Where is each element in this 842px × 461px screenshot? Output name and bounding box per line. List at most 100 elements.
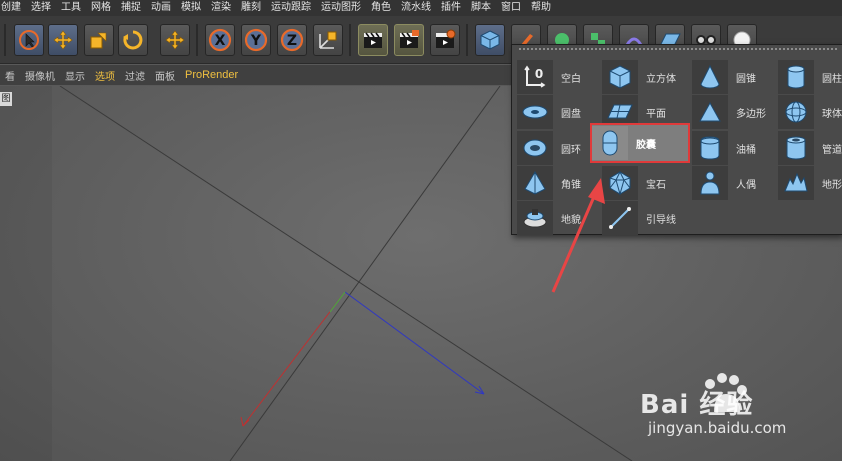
palette-item-cone[interactable]: 圆锥 — [692, 60, 782, 94]
palette-item-polygon[interactable]: 多边形 — [692, 95, 782, 129]
palette-item-label: 空白 — [561, 73, 581, 85]
palette-item-guide[interactable]: 引导线 — [602, 201, 692, 235]
palette-item-gem[interactable]: 宝石 — [602, 166, 692, 200]
oiltank-icon — [692, 131, 728, 165]
menu-mesh[interactable]: 网格 — [86, 0, 116, 16]
menu-script[interactable]: 脚本 — [466, 0, 496, 16]
palette-item-figure[interactable]: 人偶 — [692, 166, 782, 200]
move-icon[interactable] — [160, 24, 190, 56]
capsule-icon — [592, 126, 628, 160]
menu-motion-tracking[interactable]: 运动跟踪 — [266, 0, 316, 16]
viewport-menu-display[interactable]: 显示 — [60, 68, 90, 83]
viewport-menu-view[interactable]: 看 — [0, 68, 20, 83]
palette-item-capsule[interactable]: 胶囊 — [590, 123, 690, 163]
sphere-icon — [778, 95, 814, 129]
cube-icon[interactable] — [475, 24, 505, 56]
toolbar-separator — [4, 24, 6, 56]
x-axis-icon[interactable]: X — [205, 24, 235, 56]
palette-item-tube[interactable]: 管道 — [778, 131, 842, 165]
guide-icon — [602, 201, 638, 235]
cone-icon — [692, 60, 728, 94]
torus-icon — [517, 131, 553, 165]
cursor-icon[interactable] — [14, 24, 44, 56]
viewport-menu-options[interactable]: 选项 — [90, 68, 120, 83]
palette-item-label: 油桶 — [736, 144, 756, 156]
palette-item-label: 圆柱 — [822, 73, 842, 85]
menu-plugins[interactable]: 插件 — [436, 0, 466, 16]
palette-item-label: 圆环 — [561, 144, 581, 156]
menu-create[interactable]: 创建 — [0, 0, 26, 16]
render-settings-icon[interactable] — [430, 24, 460, 56]
figure-icon — [692, 166, 728, 200]
menu-tools[interactable]: 工具 — [56, 0, 86, 16]
primitive-object-palette: 0 空白 圆盘 圆环 角锥 地貌 立方体 平面 胶囊 宝石 引导线 圆锥 多边形… — [511, 44, 842, 235]
svg-text:X: X — [215, 33, 226, 49]
svg-text:0: 0 — [535, 67, 543, 81]
coordinate-icon[interactable] — [313, 24, 343, 56]
palette-drag-handle[interactable] — [518, 47, 838, 52]
palette-item-landscape[interactable]: 地貌 — [517, 201, 607, 235]
render-view-icon[interactable] — [394, 24, 424, 56]
palette-item-label: 球体 — [822, 108, 842, 120]
disc-icon — [517, 95, 553, 129]
menu-character[interactable]: 角色 — [366, 0, 396, 16]
palette-item-label: 圆盘 — [561, 108, 581, 120]
toolbar-separator — [466, 24, 468, 56]
watermark-url: jingyan.baidu.com — [648, 419, 787, 437]
palette-item-label: 平面 — [646, 108, 666, 120]
palette-item-label: 圆锥 — [736, 73, 756, 85]
toolbar-separator — [196, 24, 198, 56]
watermark-brand: Bai 经验 — [640, 390, 754, 420]
palette-item-label: 管道 — [822, 144, 842, 156]
menu-sculpt[interactable]: 雕刻 — [236, 0, 266, 16]
rotate-icon[interactable] — [118, 24, 148, 56]
palette-item-label: 角锥 — [561, 179, 581, 191]
pyramid-icon — [517, 166, 553, 200]
svg-text:Z: Z — [287, 33, 297, 49]
menu-render[interactable]: 渲染 — [206, 0, 236, 16]
palette-item-label: 多边形 — [736, 108, 766, 120]
z-axis-icon[interactable]: Z — [277, 24, 307, 56]
menu-snap[interactable]: 捕捉 — [116, 0, 146, 16]
viewport-menu-prorender[interactable]: ProRender — [180, 69, 243, 81]
palette-item-terrain[interactable]: 地形 — [778, 166, 842, 200]
menu-window[interactable]: 窗口 — [496, 0, 526, 16]
palette-item-oiltank[interactable]: 油桶 — [692, 131, 782, 165]
menu-help[interactable]: 帮助 — [526, 0, 556, 16]
menu-simulate[interactable]: 模拟 — [176, 0, 206, 16]
scale-icon[interactable] — [84, 24, 114, 56]
menu-mograph[interactable]: 运动图形 — [316, 0, 366, 16]
viewport-menu-cameras[interactable]: 摄像机 — [20, 68, 60, 83]
menu-select[interactable]: 选择 — [26, 0, 56, 16]
svg-text:Y: Y — [250, 33, 262, 49]
cylinder-icon — [778, 60, 814, 94]
tube-icon — [778, 131, 814, 165]
move-icon[interactable] — [48, 24, 78, 56]
palette-item-label: 人偶 — [736, 179, 756, 191]
palette-item-label: 宝石 — [646, 179, 666, 191]
menu-animate[interactable]: 动画 — [146, 0, 176, 16]
palette-item-label: 立方体 — [646, 73, 676, 85]
baidu-watermark: Bai 经验 jingyan.baidu.com — [640, 372, 840, 458]
palette-item-cube[interactable]: 立方体 — [602, 60, 692, 94]
render-clapper-icon[interactable] — [358, 24, 388, 56]
palette-item-sphere[interactable]: 球体 — [778, 95, 842, 129]
null-icon: 0 — [517, 60, 553, 94]
viewport-menu-panel[interactable]: 面板 — [150, 68, 180, 83]
palette-item-label: 地貌 — [561, 214, 581, 226]
palette-item-label: 胶囊 — [636, 139, 656, 151]
gem-icon — [602, 166, 638, 200]
terrain-icon — [778, 166, 814, 200]
toolbar-separator — [349, 24, 351, 56]
polygon-icon — [692, 95, 728, 129]
menu-pipeline[interactable]: 流水线 — [396, 0, 436, 16]
palette-item-label: 引导线 — [646, 214, 676, 226]
landscape-icon — [517, 201, 553, 235]
viewport-menu-filter[interactable]: 过滤 — [120, 68, 150, 83]
palette-item-label: 地形 — [822, 179, 842, 191]
y-axis-icon[interactable]: Y — [241, 24, 271, 56]
palette-item-pyramid[interactable]: 角锥 — [517, 166, 607, 200]
cube-icon — [602, 60, 638, 94]
palette-item-cylinder[interactable]: 圆柱 — [778, 60, 842, 94]
palette-item-null[interactable]: 0 空白 — [517, 60, 607, 94]
